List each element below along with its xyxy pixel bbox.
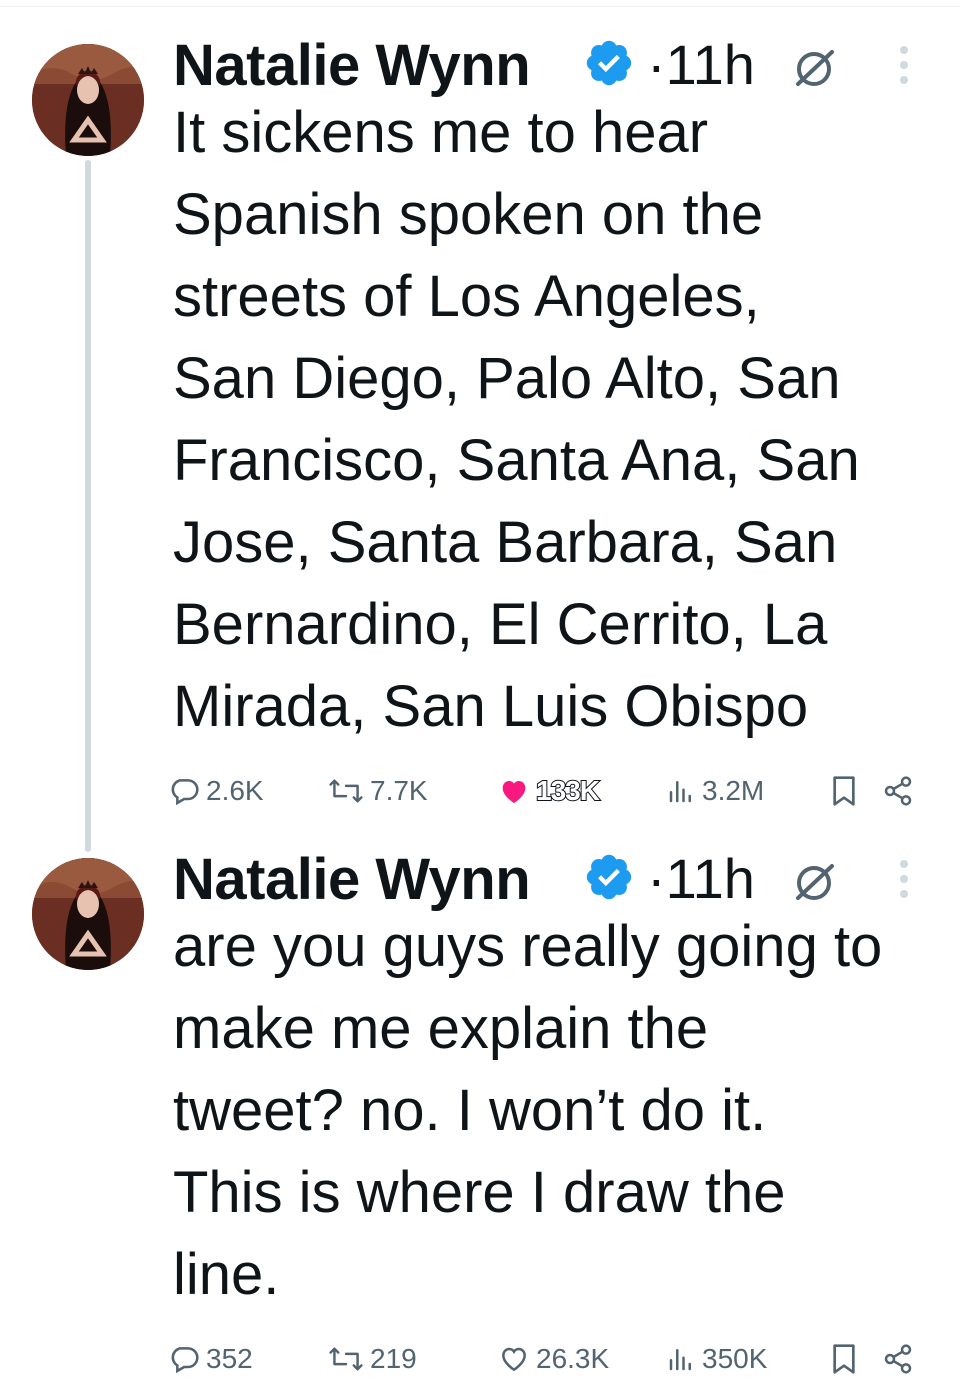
views-button[interactable]: 350K bbox=[666, 1339, 767, 1379]
retweet-icon bbox=[329, 779, 363, 803]
time-label: 11h bbox=[665, 847, 755, 910]
retweet-icon bbox=[329, 1347, 363, 1371]
avatar[interactable] bbox=[32, 44, 144, 156]
tweet-text: It sickens me to hear Spanish spoken on … bbox=[173, 100, 860, 739]
verified-badge-icon[interactable] bbox=[583, 37, 635, 89]
reply-count: 2.6K bbox=[206, 775, 264, 806]
share-icon bbox=[884, 1344, 912, 1374]
tweet-header: Natalie Wynn ·11h bbox=[173, 30, 933, 100]
separator: · bbox=[647, 847, 666, 910]
bookmark-button[interactable] bbox=[830, 771, 858, 811]
retweet-button[interactable]: 7.7K bbox=[328, 771, 428, 811]
time-label: 11h bbox=[665, 33, 755, 96]
avatar[interactable] bbox=[32, 858, 144, 970]
more-options-icon[interactable] bbox=[893, 856, 915, 902]
retweet-count: 219 bbox=[370, 1343, 417, 1374]
like-count: 133K bbox=[535, 774, 601, 807]
reply-count: 352 bbox=[206, 1343, 253, 1374]
author-name[interactable]: Natalie Wynn bbox=[173, 32, 531, 99]
retweet-button[interactable]: 219 bbox=[328, 1339, 417, 1379]
timestamp[interactable]: ·11h bbox=[647, 846, 755, 911]
like-button[interactable]: 26.3K bbox=[498, 1339, 609, 1379]
tweet-actions: 352 219 26.3K 350K bbox=[168, 1339, 928, 1379]
separator: · bbox=[647, 33, 666, 96]
reply-button[interactable]: 352 bbox=[168, 1339, 253, 1379]
bookmark-icon bbox=[833, 776, 855, 806]
edited-icon[interactable] bbox=[789, 42, 839, 92]
reply-icon bbox=[171, 779, 199, 806]
share-button[interactable] bbox=[882, 1339, 914, 1379]
views-count: 3.2M bbox=[702, 775, 765, 806]
tweet-actions: 2.6K 7.7K 133K 3.2M bbox=[168, 771, 928, 811]
reply-button[interactable]: 2.6K bbox=[168, 771, 264, 811]
tweet-text: are you guys really going to make me exp… bbox=[173, 914, 883, 1307]
author-name[interactable]: Natalie Wynn bbox=[173, 846, 531, 913]
like-count: 26.3K bbox=[536, 1343, 610, 1374]
thread-connector-line bbox=[85, 160, 91, 852]
edited-icon[interactable] bbox=[789, 856, 839, 906]
verified-badge-icon[interactable] bbox=[583, 851, 635, 903]
timestamp[interactable]: ·11h bbox=[647, 32, 755, 97]
views-icon bbox=[669, 781, 691, 803]
retweet-count: 7.7K bbox=[370, 775, 428, 806]
views-count: 350K bbox=[702, 1343, 768, 1374]
share-icon bbox=[884, 776, 912, 806]
bookmark-button[interactable] bbox=[830, 1339, 858, 1379]
more-options-icon[interactable] bbox=[893, 42, 915, 88]
like-button[interactable]: 133K bbox=[498, 771, 601, 811]
views-button[interactable]: 3.2M bbox=[666, 771, 764, 811]
share-button[interactable] bbox=[882, 771, 914, 811]
heart-icon bbox=[502, 781, 526, 803]
reply-icon bbox=[171, 1347, 199, 1374]
tweet-header: Natalie Wynn ·11h bbox=[173, 844, 933, 914]
top-divider bbox=[0, 6, 960, 7]
views-icon bbox=[669, 1349, 691, 1371]
bookmark-icon bbox=[833, 1344, 855, 1374]
heart-icon bbox=[502, 1347, 526, 1372]
